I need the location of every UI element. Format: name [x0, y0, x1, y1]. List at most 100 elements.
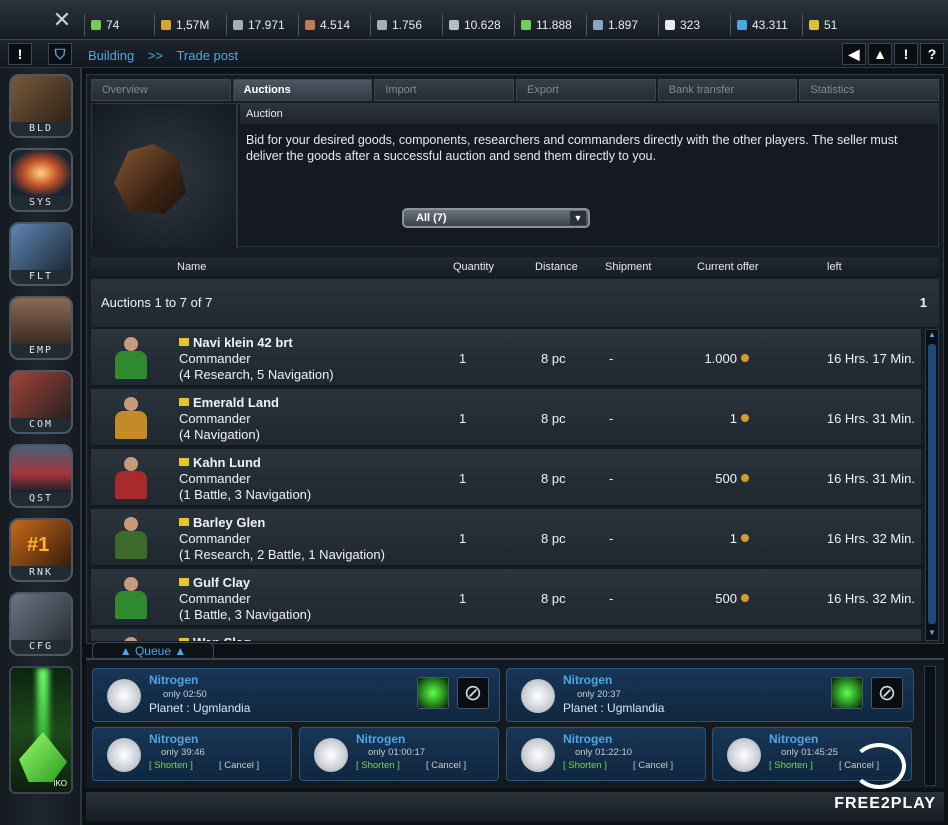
commander-avatar[interactable] [111, 517, 151, 559]
resource-item[interactable]: 43.311 [730, 14, 802, 36]
nav-flt-button[interactable]: FLT [9, 222, 73, 286]
queue-item-time: only 01:00:17 [368, 747, 426, 758]
col-distance[interactable]: Distance [535, 261, 578, 273]
commander-name[interactable]: Wan Slag [179, 635, 251, 641]
auction-row[interactable]: Gulf Clay Commander (1 Battle, 3 Navigatio… [91, 569, 921, 627]
current-offer[interactable]: 1 [730, 531, 749, 546]
cancel-button[interactable]: [ Cancel ] [219, 760, 259, 771]
resource-item[interactable]: 11.888 [514, 14, 586, 36]
resource-value: 17.971 [248, 18, 285, 32]
auction-row[interactable]: Barley Glen Commander (1 Research, 2 Battl… [91, 509, 921, 567]
shorten-button[interactable]: [ Shorten ] [769, 760, 813, 771]
commander-name[interactable]: Navi klein 42 brt [179, 335, 293, 350]
breadcrumb-building[interactable]: Building [88, 48, 134, 63]
instant-finish-crystal-button[interactable] [417, 677, 449, 709]
scroll-up-icon[interactable]: ▲ [926, 330, 938, 342]
cancel-button[interactable]: [ Cancel ] [633, 760, 673, 771]
tab-bank-transfer[interactable]: Bank transfer [657, 79, 798, 101]
current-offer[interactable]: 500 [715, 471, 749, 486]
commander-avatar[interactable] [111, 637, 151, 641]
shorten-button[interactable]: [ Shorten ] [563, 760, 607, 771]
current-offer[interactable]: 1.000 [704, 351, 749, 366]
resource-item[interactable]: 1.897 [586, 14, 658, 36]
distance: 8 pc [541, 591, 566, 606]
up-button[interactable]: ▲ [868, 43, 892, 65]
cancel-button[interactable]: [ Cancel ] [426, 760, 466, 771]
filter-value: All (7) [416, 212, 447, 224]
resource-item[interactable]: 4.514 [298, 14, 370, 36]
hint-button[interactable]: ! [894, 43, 918, 65]
resource-item[interactable]: 323 [658, 14, 730, 36]
col-name[interactable]: Name [177, 261, 206, 273]
tab-overview[interactable]: Overview [91, 79, 231, 101]
alert-button[interactable]: ! [8, 43, 32, 65]
queue-item-small[interactable]: Nitrogen only 01:22:10 [ Shorten ] [ Cancel… [506, 727, 706, 781]
crystal-icon[interactable]: IKO [9, 666, 73, 794]
help-button[interactable]: ? [920, 43, 944, 65]
trade-post-panel: Overview Auctions Import Export Bank transfe… [86, 74, 944, 644]
resource-item[interactable]: 74 [84, 14, 154, 36]
auction-scrollbar[interactable]: ▲ ▼ [925, 329, 939, 641]
col-shipment[interactable]: Shipment [605, 261, 651, 273]
nav-com-button[interactable]: COM [9, 370, 73, 434]
resource-item[interactable]: 10.628 [442, 14, 514, 36]
resource-item[interactable]: 17.971 [226, 14, 298, 36]
breadcrumb-trade-post[interactable]: Trade post [176, 48, 238, 63]
nav-emp-button[interactable]: EMP [9, 296, 73, 360]
current-offer[interactable]: 1 [730, 411, 749, 426]
col-quantity[interactable]: Quantity [453, 261, 494, 273]
nav-flt-icon [11, 224, 71, 270]
tab-auctions[interactable]: Auctions [232, 79, 373, 101]
shield-icon[interactable]: ⛉ [48, 43, 72, 65]
resource-value: 4.514 [320, 18, 351, 32]
shorten-button[interactable]: [ Shorten ] [149, 760, 193, 771]
free2play-mark-icon [852, 743, 907, 789]
auction-row[interactable]: Navi klein 42 brt Commander (4 Research, 5… [91, 329, 921, 387]
col-left[interactable]: left [827, 261, 842, 273]
col-current-offer[interactable]: Current offer [697, 261, 759, 273]
nav-bld-button[interactable]: BLD [9, 74, 73, 138]
commander-avatar[interactable] [111, 577, 151, 619]
tab-import[interactable]: Import [374, 79, 515, 101]
folder-icon [179, 578, 189, 586]
commander-avatar[interactable] [111, 397, 151, 439]
cancel-ban-icon[interactable]: ⊘ [457, 677, 489, 709]
page-number[interactable]: 1 [920, 295, 927, 310]
commander-name[interactable]: Barley Glen [179, 515, 265, 530]
auction-row[interactable]: Kahn Lund Commander (1 Battle, 3 Navigatio… [91, 449, 921, 507]
current-offer[interactable]: 500 [715, 591, 749, 606]
resource-item[interactable]: 1.756 [370, 14, 442, 36]
commander-avatar[interactable] [111, 457, 151, 499]
tab-statistics[interactable]: Statistics [799, 79, 940, 101]
distance: 8 pc [541, 411, 566, 426]
commander-skills: (1 Research, 2 Battle, 1 Navigation) [179, 547, 385, 562]
back-button[interactable]: ◀ [842, 43, 866, 65]
queue-item-time: only 01:45:25 [781, 747, 839, 758]
queue-item-small[interactable]: Nitrogen only 39:46 [ Shorten ] [ Cancel ] [92, 727, 292, 781]
scroll-thumb[interactable] [928, 344, 936, 624]
queue-scrollbar[interactable] [924, 666, 936, 786]
auction-row[interactable]: Wan Slag [91, 629, 921, 641]
commander-name[interactable]: Emerald Land [179, 395, 279, 410]
auction-row[interactable]: Emerald Land Commander (4 Navigation) 1 8 pc… [91, 389, 921, 447]
scroll-down-icon[interactable]: ▼ [926, 628, 938, 640]
nav-sys-button[interactable]: SYS [9, 148, 73, 212]
category-filter-select[interactable]: All (7) ▼ [402, 208, 590, 228]
nav-qst-button[interactable]: QST [9, 444, 73, 508]
tab-export[interactable]: Export [516, 79, 656, 101]
nav-rnk-button[interactable]: RNK #1 [9, 518, 73, 582]
resource-item[interactable]: 1,57M [154, 14, 226, 36]
instant-finish-crystal-button[interactable] [831, 677, 863, 709]
commander-avatar[interactable] [111, 337, 151, 379]
queue-item-small[interactable]: Nitrogen only 01:00:17 [ Shorten ] [ Cancel… [299, 727, 499, 781]
nitrogen-flask-icon [107, 679, 141, 713]
queue-item-large[interactable]: Nitrogen only 20:37 Planet : Ugmlandia ⊘ [506, 668, 914, 722]
commander-name[interactable]: Gulf Clay [179, 575, 250, 590]
queue-item-large[interactable]: Nitrogen only 02:50 Planet : Ugmlandia ⊘ [92, 668, 500, 722]
cancel-ban-icon[interactable]: ⊘ [871, 677, 903, 709]
crossed-swords-icon[interactable]: ✕ [44, 6, 80, 34]
resource-item[interactable]: 51 [802, 14, 874, 36]
nav-cfg-button[interactable]: CFG [9, 592, 73, 656]
shorten-button[interactable]: [ Shorten ] [356, 760, 400, 771]
commander-name[interactable]: Kahn Lund [179, 455, 261, 470]
